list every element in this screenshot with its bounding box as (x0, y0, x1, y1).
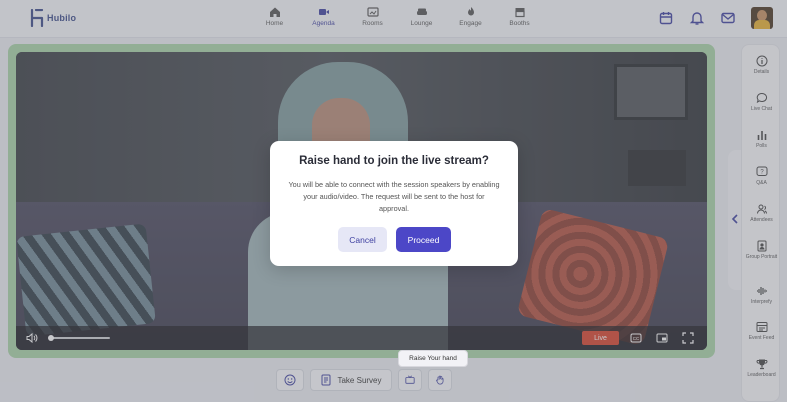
dialog-body: You will be able to connect with the ses… (288, 180, 500, 213)
cancel-button[interactable]: Cancel (338, 227, 387, 252)
dialog-title: Raise hand to join the live stream? (299, 155, 489, 167)
raise-hand-dialog: Raise hand to join the live stream? You … (270, 141, 518, 266)
raise-hand-tooltip: Raise Your hand (398, 350, 468, 367)
proceed-button[interactable]: Proceed (396, 227, 451, 252)
